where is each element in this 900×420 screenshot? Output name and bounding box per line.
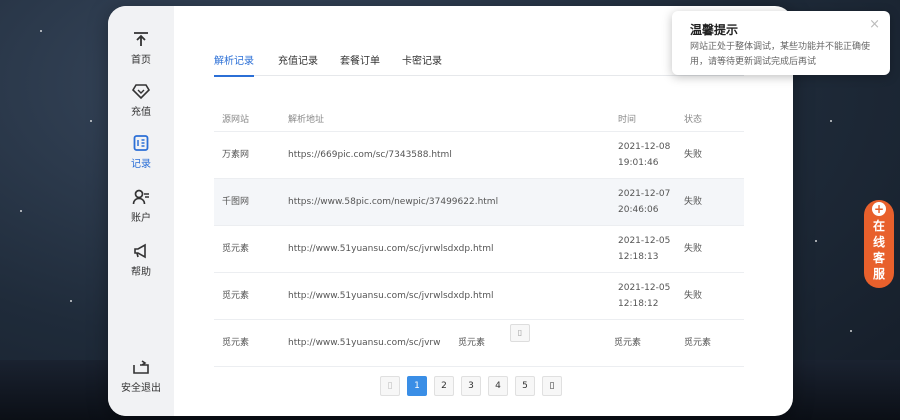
header-source-site: 源网站 xyxy=(222,115,250,125)
page-button-2[interactable]: 2 xyxy=(434,376,454,396)
header-status: 状态 xyxy=(684,115,703,125)
notice-title: 温馨提示 xyxy=(690,23,739,37)
table-row: 觅元素 http://www.51yuansu.com/sc/jvrwlsdxd… xyxy=(214,226,744,273)
cell-site: 觅元素 xyxy=(222,244,250,254)
header-time: 时间 xyxy=(618,115,637,125)
cell-url: http://www.51yuansu.com/sc/jvrwlsdxdp.ht… xyxy=(288,244,494,254)
document-icon xyxy=(133,135,149,151)
cell-url: https://669pic.com/sc/7343588.html xyxy=(288,150,452,160)
sidebar-item-home[interactable]: 首页 xyxy=(108,30,174,66)
notice-body: 网站正处于整体调试，某些功能并不能正确使用，请等待更新调试完成后再试 xyxy=(690,42,871,67)
cell-site: 觅元素 xyxy=(222,338,250,348)
sidebar-item-label: 帮助 xyxy=(131,267,151,278)
cell-time: 2021-12-07 20:46:06 xyxy=(618,189,671,215)
cell-site: 觅元素 xyxy=(222,291,250,301)
notice-popup: 温馨提示 × 网站正处于整体调试，某些功能并不能正确使用，请等待更新调试完成后再… xyxy=(672,11,890,75)
cell-time: 2021-12-08 19:01:46 xyxy=(618,142,671,168)
cell-site: 千图网 xyxy=(222,197,250,207)
prev-page-button[interactable]: ▯ xyxy=(380,376,400,396)
cell-url: http://www.51yuansu.com/sc/jvrwlsdxdp.ht… xyxy=(288,291,494,301)
record-tabs: 解析记录 充值记录 套餐订单 卡密记录 xyxy=(214,52,744,77)
sidebar-item-label: 账户 xyxy=(131,213,151,224)
cell-site: 万素网 xyxy=(222,150,250,160)
diamond-icon xyxy=(132,84,150,100)
cell-status: 觅元素 xyxy=(684,338,712,348)
logout-icon xyxy=(133,360,149,374)
page-button-1[interactable]: 1 xyxy=(407,376,427,396)
cell-time: 2021-12-05 12:18:12 xyxy=(618,283,671,309)
sidebar-item-account[interactable]: 账户 xyxy=(108,188,174,224)
table-row-partial: 觅元素 http://www.51yuansu.com/sc/jvrw 觅元素 … xyxy=(214,320,744,367)
plus-icon: + xyxy=(872,202,886,216)
sidebar: 首页 充值 记录 账户 帮助 安全退出 xyxy=(108,6,174,416)
page-button-3[interactable]: 3 xyxy=(461,376,481,396)
online-customer-service-button[interactable]: + 在线客服 xyxy=(864,200,894,288)
next-page-button[interactable]: ▯ xyxy=(542,376,562,396)
cell-status: 失败 xyxy=(684,150,703,160)
sidebar-item-recharge[interactable]: 充值 xyxy=(108,82,174,118)
tab-package-orders[interactable]: 套餐订单 xyxy=(340,52,380,75)
logout-button[interactable]: 安全退出 xyxy=(108,358,174,394)
page-button-4[interactable]: 4 xyxy=(488,376,508,396)
table-row: 觅元素 http://www.51yuansu.com/sc/jvrwlsdxd… xyxy=(214,273,744,320)
cell-status: 失败 xyxy=(684,197,703,207)
sidebar-item-label: 记录 xyxy=(131,159,151,170)
sidebar-item-label: 充值 xyxy=(131,107,151,118)
cell-time: 2021-12-05 12:18:13 xyxy=(618,236,671,262)
logout-label: 安全退出 xyxy=(121,383,161,394)
megaphone-icon xyxy=(134,243,146,259)
customer-service-label: 在线客服 xyxy=(872,219,885,281)
cell-status: 失败 xyxy=(684,291,703,301)
cell-url: https://www.58pic.com/newpic/37499622.ht… xyxy=(288,197,499,207)
sidebar-item-label: 首页 xyxy=(131,55,151,66)
table-row: 万素网 https://669pic.com/sc/7343588.html 2… xyxy=(214,132,744,179)
sidebar-item-records[interactable]: 记录 xyxy=(108,134,174,170)
user-icon xyxy=(132,189,149,205)
cell-url: http://www.51yuansu.com/sc/jvrw xyxy=(288,338,441,348)
sidebar-item-help[interactable]: 帮助 xyxy=(108,242,174,278)
header-parse-url: 解析地址 xyxy=(288,115,325,125)
upload-home-icon xyxy=(134,32,148,46)
table-header: 源网站 解析地址 时间 状态 xyxy=(214,100,744,132)
cell-status: 失败 xyxy=(684,244,703,254)
tab-card-records[interactable]: 卡密记录 xyxy=(402,52,442,75)
close-icon[interactable]: × xyxy=(869,17,880,32)
table-row: 千图网 https://www.58pic.com/newpic/3749962… xyxy=(214,179,744,226)
cell-time: 觅元素 xyxy=(614,338,642,348)
tab-recharge-records[interactable]: 充值记录 xyxy=(278,52,318,75)
cell-overlap-text: 觅元素 xyxy=(458,338,486,348)
records-table: 源网站 解析地址 时间 状态 万素网 https://669pic.com/sc… xyxy=(214,100,744,367)
page-button-5[interactable]: 5 xyxy=(515,376,535,396)
tab-parse-records[interactable]: 解析记录 xyxy=(214,52,254,77)
row-action-button[interactable]: ▯ xyxy=(510,324,530,342)
